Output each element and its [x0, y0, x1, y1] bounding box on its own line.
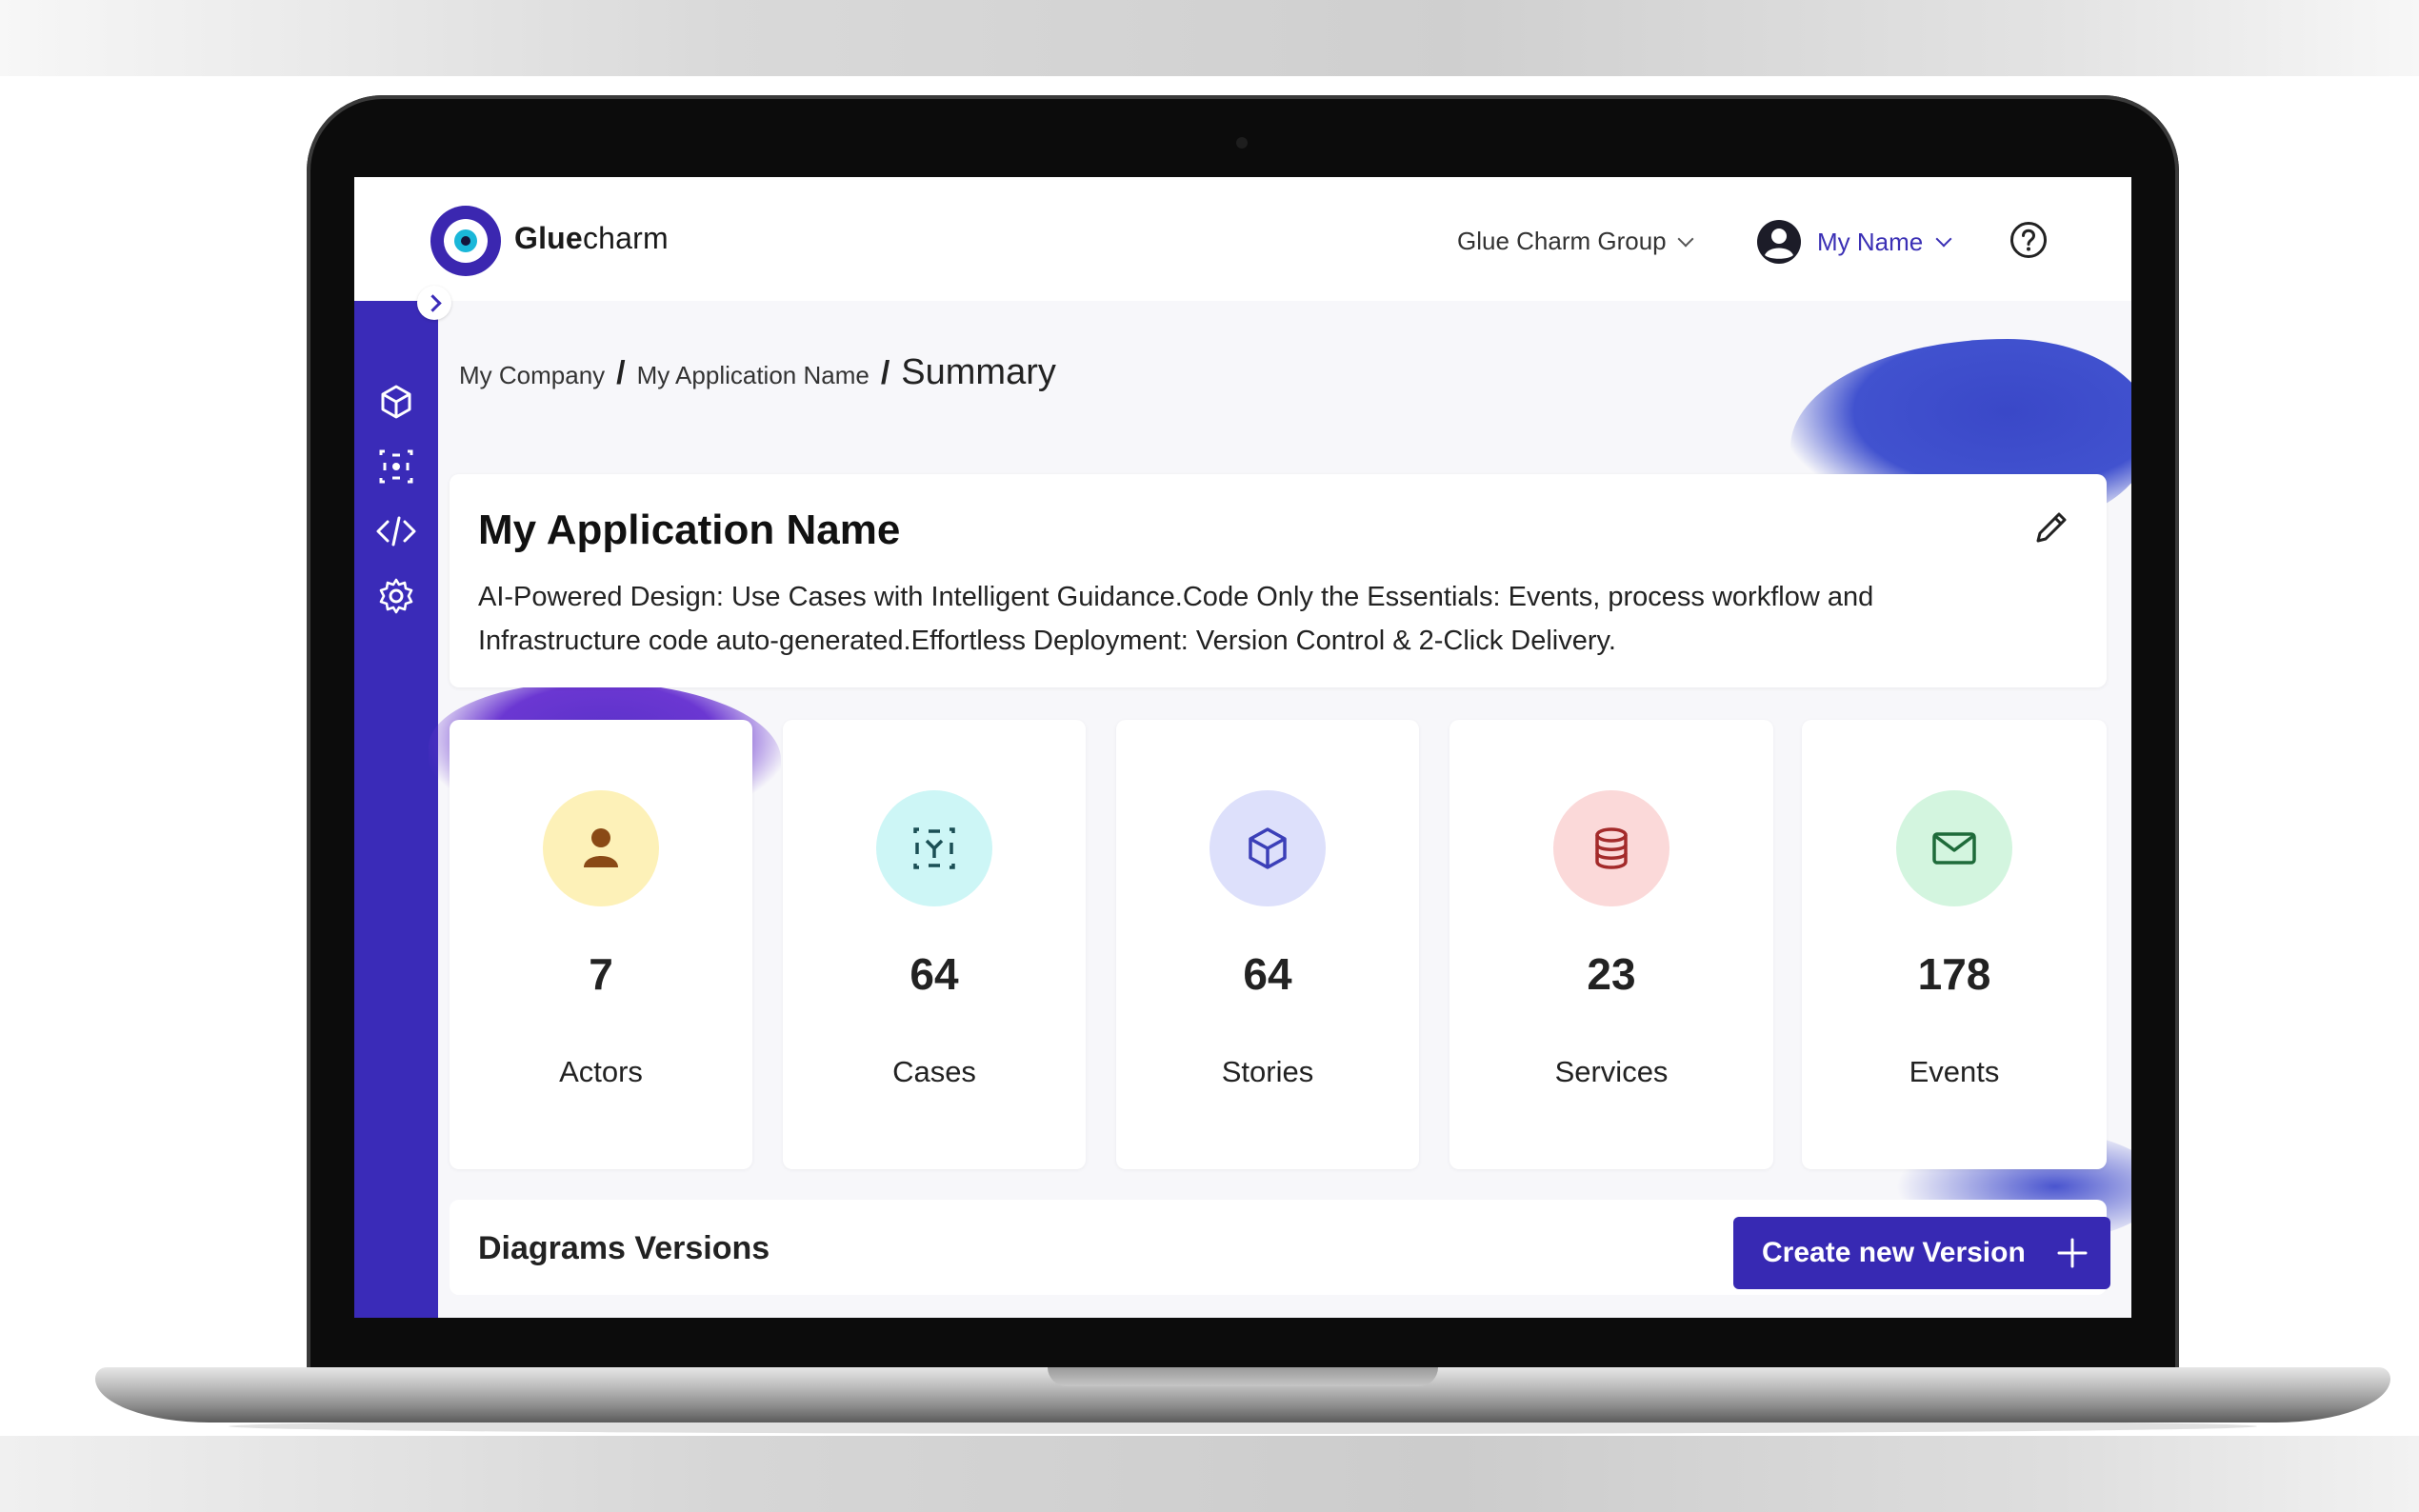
- section-title: Diagrams Versions: [478, 1230, 770, 1266]
- stat-card-actors[interactable]: 7 Actors: [450, 720, 752, 1169]
- stat-value: 23: [1587, 949, 1636, 999]
- sidebar: [354, 301, 438, 1318]
- help-icon[interactable]: [2009, 221, 2048, 259]
- cube-icon: [381, 385, 411, 419]
- button-label: Create new Version: [1762, 1237, 2026, 1268]
- application-card: My Application Name AI-Powered Design: U…: [450, 474, 2107, 687]
- app-screen: Gluecharm Glue Charm Group My Name My Co…: [354, 177, 2131, 1318]
- laptop-notch: [1048, 1367, 1438, 1386]
- stat-value: 64: [1243, 949, 1292, 999]
- stat-label: Services: [1554, 1055, 1669, 1088]
- stat-value: 64: [910, 949, 959, 999]
- breadcrumb-application[interactable]: My Application Name: [637, 361, 870, 390]
- top-bar: Gluecharm Glue Charm Group My Name: [354, 177, 2131, 301]
- sidebar-item-code[interactable]: [354, 505, 438, 558]
- stat-label: Cases: [892, 1055, 976, 1088]
- stat-card-stories[interactable]: 64 Stories: [1116, 720, 1419, 1169]
- cube-icon: [1210, 790, 1326, 906]
- application-title: My Application Name: [478, 507, 901, 553]
- edit-pencil-icon[interactable]: [2030, 507, 2072, 548]
- brand-name[interactable]: Gluecharm: [514, 221, 669, 256]
- laptop-camera: [1236, 137, 1248, 149]
- breadcrumb-separator: /: [880, 355, 890, 391]
- sidebar-toggle-button[interactable]: [417, 286, 451, 320]
- logo-icon[interactable]: [430, 206, 501, 276]
- diagrams-versions-section: Diagrams Versions Create new Version: [450, 1200, 2110, 1295]
- database-icon: [1553, 790, 1669, 906]
- application-description: AI-Powered Design: Use Cases with Intell…: [478, 582, 1874, 656]
- main-content: My Company / My Application Name / Summa…: [429, 301, 2131, 1318]
- stat-label: Actors: [559, 1055, 643, 1088]
- breadcrumb-company[interactable]: My Company: [459, 361, 605, 390]
- code-icon: [376, 516, 416, 547]
- stat-card-services[interactable]: 23 Services: [1449, 720, 1773, 1169]
- background-top-band: [0, 0, 2419, 76]
- gear-icon: [379, 578, 413, 614]
- background-bottom-band: [0, 1436, 2419, 1512]
- organization-name: Glue Charm Group: [1457, 227, 1667, 255]
- stat-value: 7: [589, 949, 613, 999]
- stat-card-cases[interactable]: 64 Cases: [783, 720, 1086, 1169]
- sidebar-item-settings[interactable]: [354, 569, 438, 623]
- use-case-icon: [876, 790, 992, 906]
- person-icon: [543, 790, 659, 906]
- envelope-icon: [1896, 790, 2012, 906]
- breadcrumb-separator: /: [616, 355, 626, 391]
- breadcrumb: My Company / My Application Name / Summa…: [459, 352, 1056, 393]
- stat-value: 178: [1917, 949, 1991, 999]
- create-new-version-button[interactable]: Create new Version: [1733, 1217, 2110, 1289]
- stat-label: Events: [1909, 1055, 2000, 1088]
- sidebar-item-use-cases[interactable]: [354, 440, 438, 493]
- user-name: My Name: [1817, 227, 1924, 256]
- stat-card-events[interactable]: 178 Events: [1802, 720, 2107, 1169]
- user-avatar-icon: [1757, 220, 1801, 264]
- chevron-down-icon: [1935, 230, 1952, 248]
- stat-label: Stories: [1221, 1055, 1314, 1088]
- sidebar-item-models[interactable]: [354, 375, 438, 428]
- organization-selector[interactable]: Glue Charm Group: [1457, 227, 1694, 256]
- chevron-down-icon: [1677, 230, 1694, 247]
- use-case-icon: [379, 449, 413, 484]
- plus-icon: [2057, 1238, 2088, 1268]
- breadcrumb-current: Summary: [901, 352, 1056, 392]
- user-menu[interactable]: My Name: [1756, 219, 1952, 265]
